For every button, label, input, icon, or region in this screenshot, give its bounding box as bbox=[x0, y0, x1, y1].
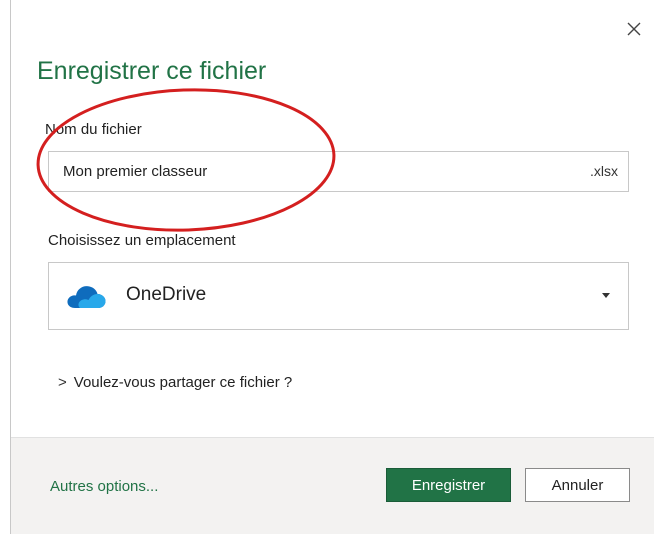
location-label: Choisissez un emplacement bbox=[48, 232, 236, 249]
location-selected: OneDrive bbox=[126, 284, 207, 305]
file-name-field[interactable]: .xlsx bbox=[48, 151, 629, 192]
file-extension: .xlsx bbox=[590, 163, 618, 179]
cancel-button[interactable]: Annuler bbox=[525, 468, 630, 502]
close-icon[interactable] bbox=[623, 18, 645, 40]
save-dialog: Enregistrer ce fichier Nom du fichier .x… bbox=[10, 0, 654, 534]
share-label: Voulez-vous partager ce fichier ? bbox=[73, 374, 293, 391]
dialog-title: Enregistrer ce fichier bbox=[37, 57, 267, 85]
chevron-right-icon: > bbox=[58, 374, 67, 391]
more-options-link[interactable]: Autres options... bbox=[50, 478, 158, 495]
save-button[interactable]: Enregistrer bbox=[386, 468, 511, 502]
chevron-down-icon[interactable] bbox=[602, 293, 610, 298]
share-expander[interactable]: > Voulez-vous partager ce fichier ? bbox=[58, 374, 292, 391]
location-dropdown[interactable]: OneDrive bbox=[48, 262, 629, 330]
file-name-input[interactable] bbox=[63, 152, 543, 191]
file-name-label: Nom du fichier bbox=[45, 121, 142, 138]
dialog-footer: Autres options... Enregistrer Annuler bbox=[11, 437, 654, 534]
onedrive-cloud-icon bbox=[65, 283, 107, 309]
